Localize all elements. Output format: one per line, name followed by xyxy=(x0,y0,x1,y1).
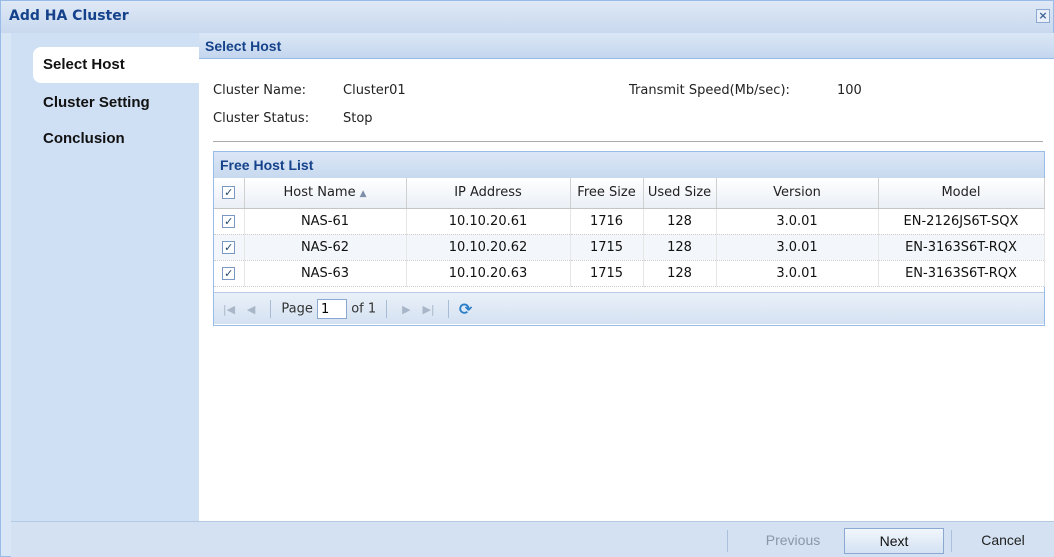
transmit-speed-label: Transmit Speed(Mb/sec): xyxy=(629,83,790,98)
cell-ip-address: 10.10.20.62 xyxy=(406,234,571,261)
first-page-icon[interactable]: |◀ xyxy=(220,303,238,316)
close-icon[interactable]: × xyxy=(1036,9,1050,23)
cell-model: EN-3163S6T-RQX xyxy=(878,234,1045,261)
cluster-status-value: Stop xyxy=(343,111,373,126)
page-of-label: of 1 xyxy=(351,301,377,317)
column-header-model[interactable]: Model xyxy=(878,178,1045,209)
cell-free-size: 1716 xyxy=(570,208,644,235)
grid-title: Free Host List xyxy=(214,152,1044,178)
dialog-footer: Previous Next Cancel xyxy=(11,521,1054,557)
free-host-grid: Free Host List ✓ Host Name ▲ IP Address F… xyxy=(213,151,1045,326)
cell-host-name: NAS-63 xyxy=(244,260,407,287)
nav-item-cluster-setting[interactable]: Cluster Setting xyxy=(33,85,199,121)
nav-item-select-host[interactable]: Select Host xyxy=(33,47,209,83)
cell-version: 3.0.01 xyxy=(716,234,879,261)
table-row[interactable]: ✓ NAS-63 10.10.20.63 1715 128 3.0.01 EN-… xyxy=(214,260,1045,287)
cell-model: EN-2126JS6T-SQX xyxy=(878,208,1045,235)
next-page-icon[interactable]: ▶ xyxy=(397,303,415,316)
cell-model: EN-3163S6T-RQX xyxy=(878,260,1045,287)
table-row[interactable]: ✓ NAS-62 10.10.20.62 1715 128 3.0.01 EN-… xyxy=(214,234,1045,261)
footer-separator xyxy=(951,530,952,552)
table-header-row: ✓ Host Name ▲ IP Address Free Size Used S… xyxy=(214,178,1045,209)
last-page-icon[interactable]: ▶| xyxy=(420,303,438,316)
section-title: Select Host xyxy=(199,33,1054,59)
select-all-checkbox[interactable]: ✓ xyxy=(214,178,245,209)
content-panel: Select Host Cluster Name: Cluster01 Tran… xyxy=(199,33,1054,521)
page-label: Page xyxy=(281,301,313,317)
dialog-window: Add HA Cluster × Select Host Cluster Set… xyxy=(0,0,1054,557)
transmit-speed-value: 100 xyxy=(837,83,862,98)
dialog-titlebar: Add HA Cluster × xyxy=(1,1,1053,33)
row-checkbox[interactable]: ✓ xyxy=(214,234,245,261)
next-button[interactable]: Next xyxy=(844,528,944,554)
pager-separator xyxy=(386,300,388,318)
cell-ip-address: 10.10.20.61 xyxy=(406,208,571,235)
dialog-title: Add HA Cluster xyxy=(9,8,129,24)
pager-separator xyxy=(270,300,272,318)
host-table: ✓ Host Name ▲ IP Address Free Size Used S… xyxy=(214,178,1045,287)
pager-separator xyxy=(447,300,449,318)
cell-free-size: 1715 xyxy=(570,234,644,261)
column-header-free-size[interactable]: Free Size xyxy=(570,178,644,209)
row-checkbox[interactable]: ✓ xyxy=(214,260,245,287)
cell-version: 3.0.01 xyxy=(716,260,879,287)
cluster-name-value: Cluster01 xyxy=(343,83,406,98)
column-header-host-name[interactable]: Host Name ▲ xyxy=(244,178,407,209)
paging-toolbar: |◀ ◀ Page of 1 ▶ ▶| ⟳ xyxy=(214,292,1044,324)
table-row[interactable]: ✓ NAS-61 10.10.20.61 1716 128 3.0.01 EN-… xyxy=(214,208,1045,235)
page-number-input[interactable] xyxy=(317,299,348,319)
cell-host-name: NAS-61 xyxy=(244,208,407,235)
cell-free-size: 1715 xyxy=(570,260,644,287)
sort-asc-icon: ▲ xyxy=(359,189,367,200)
previous-button[interactable]: Previous xyxy=(743,528,843,554)
cell-host-name: NAS-62 xyxy=(244,234,407,261)
row-checkbox[interactable]: ✓ xyxy=(214,208,245,235)
divider xyxy=(213,141,1043,142)
cell-ip-address: 10.10.20.63 xyxy=(406,260,571,287)
cell-used-size: 128 xyxy=(643,260,717,287)
cluster-status-label: Cluster Status: xyxy=(213,111,310,126)
footer-separator xyxy=(727,530,728,552)
column-header-used-size[interactable]: Used Size xyxy=(643,178,717,209)
cell-used-size: 128 xyxy=(643,208,717,235)
wizard-nav: Select Host Cluster Setting Conclusion xyxy=(11,33,209,521)
cell-version: 3.0.01 xyxy=(716,208,879,235)
cell-used-size: 128 xyxy=(643,234,717,261)
nav-item-conclusion[interactable]: Conclusion xyxy=(33,121,199,157)
cluster-name-label: Cluster Name: xyxy=(213,83,307,98)
refresh-icon[interactable]: ⟳ xyxy=(459,300,472,319)
cancel-button[interactable]: Cancel xyxy=(953,528,1053,554)
column-header-ip-address[interactable]: IP Address xyxy=(406,178,571,209)
column-header-version[interactable]: Version xyxy=(716,178,879,209)
prev-page-icon[interactable]: ◀ xyxy=(242,303,260,316)
